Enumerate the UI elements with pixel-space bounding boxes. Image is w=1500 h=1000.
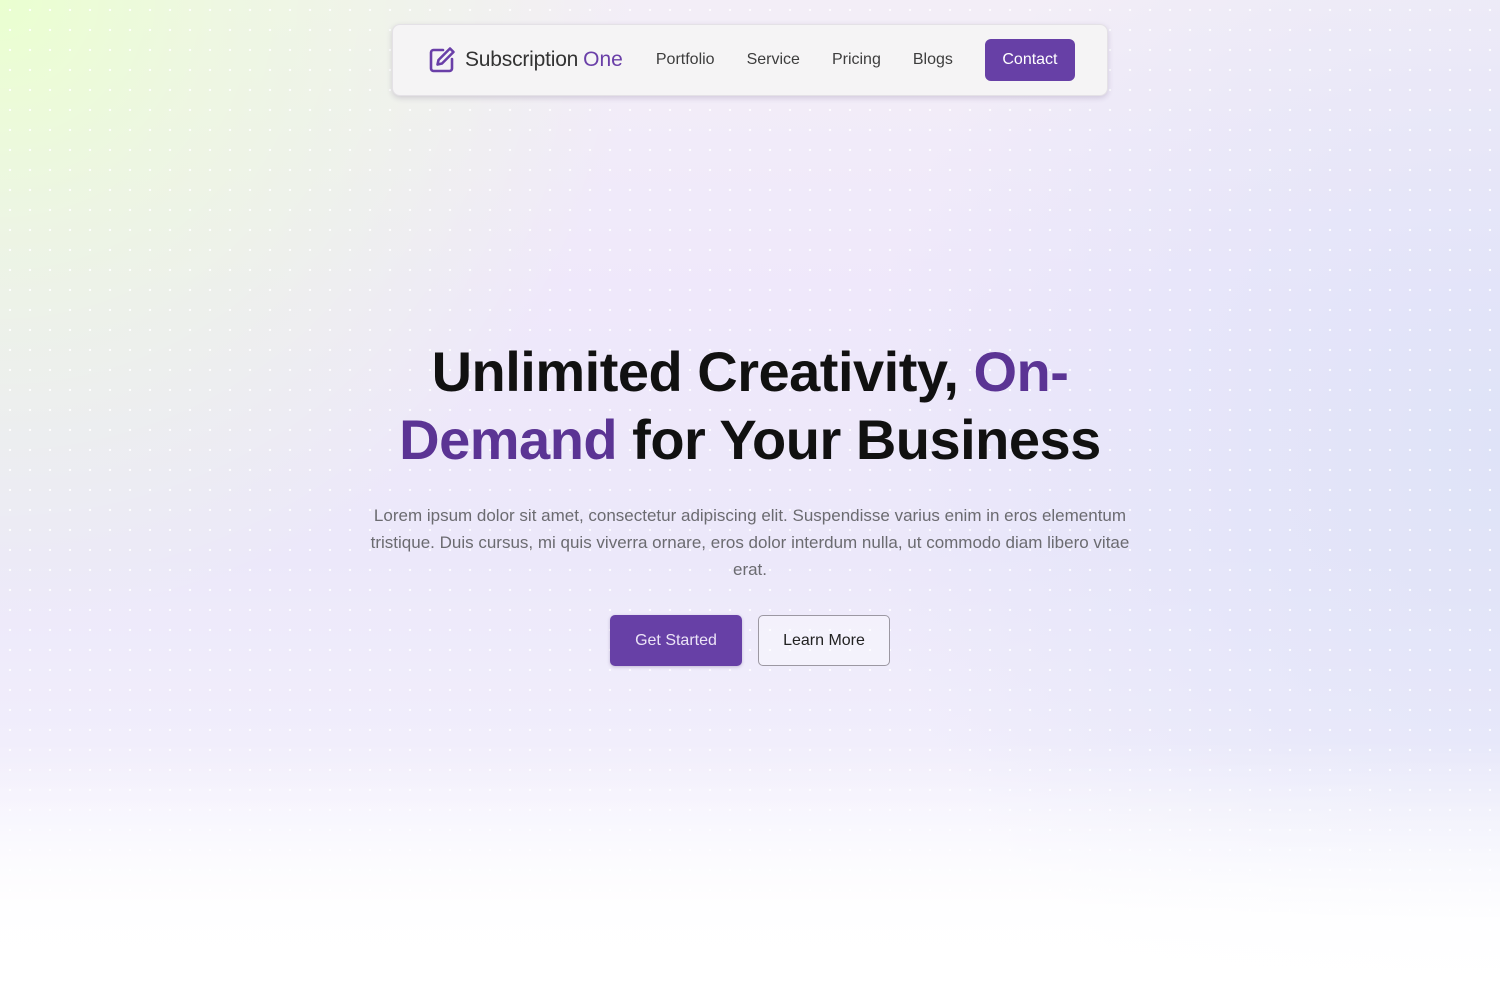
learn-more-button[interactable]: Learn More: [758, 615, 890, 666]
top-navbar: Subscription One Portfolio Service Prici…: [392, 24, 1108, 96]
hero-section: Unlimited Creativity, On-Demand for Your…: [0, 338, 1500, 666]
hero-actions: Get Started Learn More: [610, 615, 890, 666]
hero-description: Lorem ipsum dolor sit amet, consectetur …: [370, 506, 1130, 579]
get-started-button[interactable]: Get Started: [610, 615, 742, 666]
nav-link-blogs[interactable]: Blogs: [913, 51, 953, 69]
nav-links: Portfolio Service Pricing Blogs: [656, 51, 985, 69]
background-fade: [0, 740, 1500, 1000]
nav-link-portfolio[interactable]: Portfolio: [656, 51, 715, 69]
edit-icon: [427, 45, 457, 75]
nav-link-pricing[interactable]: Pricing: [832, 51, 881, 69]
nav-link-service[interactable]: Service: [747, 51, 800, 69]
hero-title: Unlimited Creativity, On-Demand for Your…: [390, 338, 1110, 474]
brand-logo[interactable]: Subscription One: [427, 45, 623, 75]
hero-title-part1: Unlimited Creativity,: [431, 340, 974, 403]
contact-button[interactable]: Contact: [984, 39, 1075, 81]
hero-title-part2: for Your Business: [617, 408, 1101, 471]
brand-name: Subscription: [465, 48, 579, 71]
brand-name-accent: One: [583, 48, 623, 71]
